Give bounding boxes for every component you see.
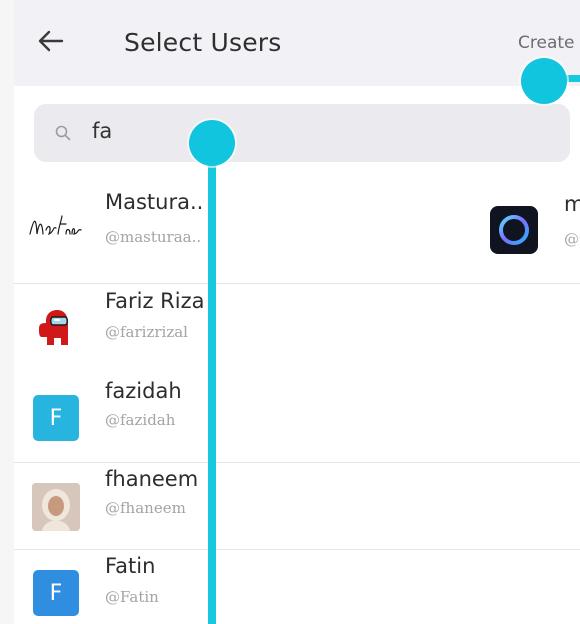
user-name: fazidah <box>105 379 182 403</box>
window-edge <box>0 0 14 624</box>
user-name: Mastura.. <box>105 190 204 214</box>
divider <box>14 283 580 284</box>
top-bar: Select Users Create <box>14 0 580 86</box>
letter-avatar: F <box>33 395 79 441</box>
letter-avatar: F <box>33 570 79 616</box>
user-handle: @masturaa.. <box>105 228 202 246</box>
annotation-marker <box>521 58 567 104</box>
user-row[interactable]: F Fatin @Fatin <box>14 550 580 624</box>
user-name: Fariz Riza <box>105 289 205 313</box>
user-handle: @farizrizal <box>105 323 188 341</box>
user-row[interactable]: Mastura.. @masturaa.. m @ <box>14 176 580 284</box>
user-row[interactable]: Fariz Riza @farizrizal <box>14 285 580 377</box>
signature-avatar-icon <box>26 204 86 250</box>
user-name-right: m <box>564 192 580 216</box>
app-avatar-icon <box>490 206 538 254</box>
user-handle: @Fatin <box>105 588 159 606</box>
search-icon <box>54 124 72 142</box>
user-row[interactable]: F fazidah @fazidah <box>14 377 580 463</box>
annotation-marker <box>189 120 235 166</box>
user-name: Fatin <box>105 554 156 578</box>
annotation-line <box>208 142 216 624</box>
user-handle: @fazidah <box>105 411 176 429</box>
back-arrow-icon[interactable] <box>36 26 66 56</box>
search-box[interactable] <box>34 104 570 162</box>
red-character-avatar-icon <box>36 307 76 353</box>
user-name: fhaneem <box>105 467 199 491</box>
page-title: Select Users <box>124 28 282 57</box>
photo-avatar <box>32 483 80 531</box>
user-row[interactable]: fhaneem @fhaneem <box>14 463 580 550</box>
user-handle: @fhaneem <box>105 499 186 517</box>
create-button[interactable]: Create <box>518 33 575 53</box>
user-handle-right: @ <box>564 230 579 248</box>
